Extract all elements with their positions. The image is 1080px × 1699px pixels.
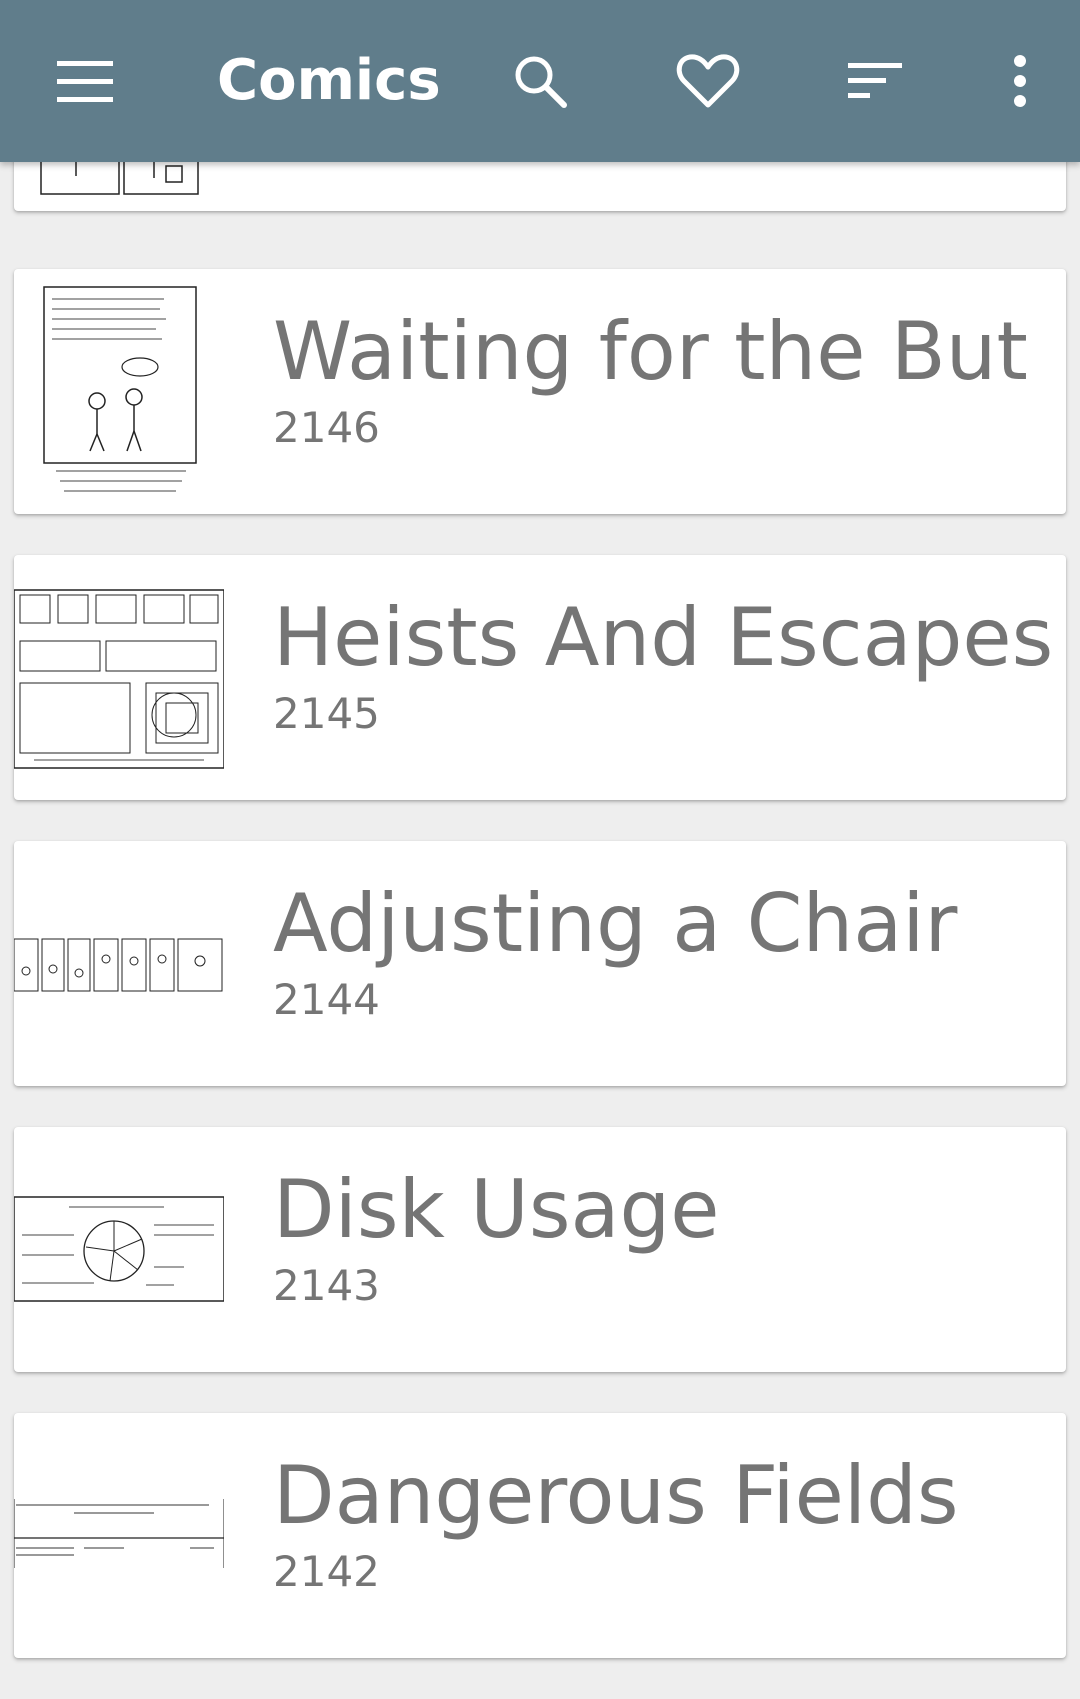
favorites-button[interactable] xyxy=(658,0,758,162)
comic-card[interactable]: Disk Usage 2143 xyxy=(14,1127,1066,1372)
comic-title: Adjusting a Chair xyxy=(273,877,958,970)
comic-thumbnail xyxy=(14,589,224,769)
sort-button[interactable] xyxy=(826,0,926,162)
comic-card[interactable]: Dangerous Fields 2142 xyxy=(14,1413,1066,1658)
more-vert-icon xyxy=(1014,55,1026,107)
page-title: Comics xyxy=(217,48,441,113)
comic-number: 2142 xyxy=(273,1547,380,1596)
comic-title: Disk Usage xyxy=(273,1163,720,1256)
comic-thumbnail xyxy=(14,1499,224,1568)
search-icon xyxy=(515,56,567,108)
comic-number: 2146 xyxy=(273,403,380,452)
comic-card[interactable]: Waiting for the But 2146 xyxy=(14,269,1066,514)
comic-title: Waiting for the But xyxy=(273,305,1028,398)
comic-number: 2143 xyxy=(273,1261,380,1310)
comic-thumbnail xyxy=(43,286,197,492)
comic-thumbnail xyxy=(14,938,223,992)
heart-icon xyxy=(676,54,740,108)
comic-title: Dangerous Fields xyxy=(273,1449,959,1542)
app-bar: Comics xyxy=(0,0,1080,162)
menu-button[interactable] xyxy=(30,0,140,162)
more-options-button[interactable] xyxy=(985,0,1055,162)
search-button[interactable] xyxy=(490,0,590,162)
comic-card[interactable]: Adjusting a Chair 2144 xyxy=(14,841,1066,1086)
comic-thumbnail xyxy=(14,1196,224,1302)
comic-title: Heists And Escapes xyxy=(273,591,1054,684)
menu-icon xyxy=(57,61,113,102)
comic-number: 2144 xyxy=(273,975,380,1024)
comic-number: 2145 xyxy=(273,689,380,738)
comic-card[interactable]: Heists And Escapes 2145 xyxy=(14,555,1066,800)
comics-list[interactable]: Waiting for the But 2146 Heists And Esca… xyxy=(0,0,1080,1699)
sort-icon xyxy=(848,63,902,98)
